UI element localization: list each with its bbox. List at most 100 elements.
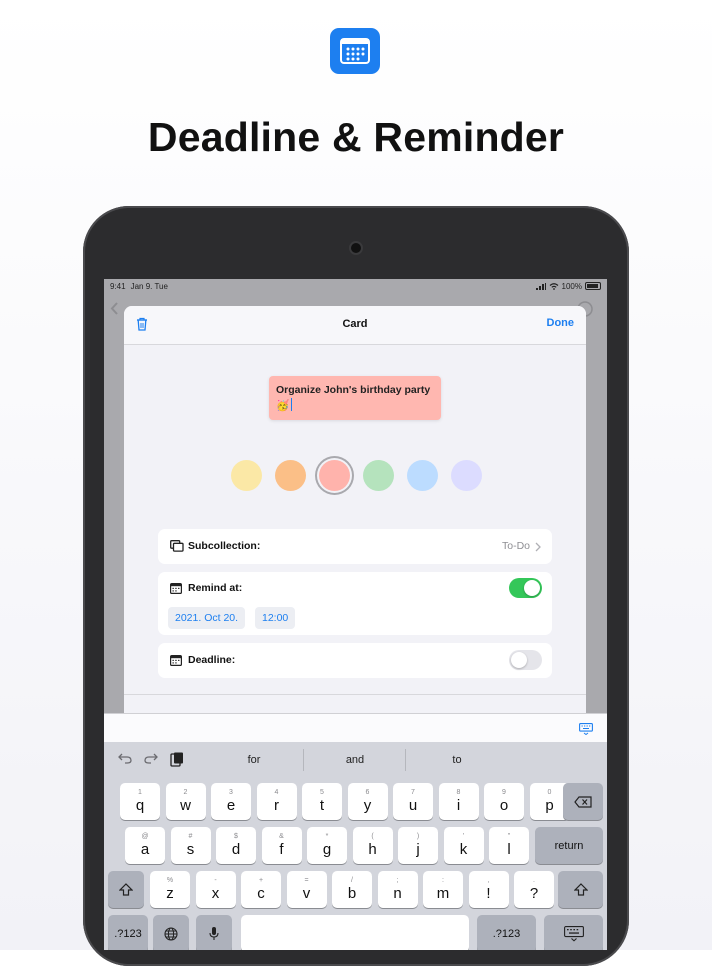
- deadline-label: Deadline:: [188, 654, 236, 666]
- remind-calendar-icon: [170, 583, 182, 594]
- key-label: j: [416, 841, 420, 858]
- key-secondary-label: 5: [320, 789, 324, 796]
- hide-keyboard-key[interactable]: [544, 915, 603, 950]
- key-label: s: [186, 841, 195, 858]
- calendar-icon: [340, 38, 370, 64]
- key-label: !: [486, 885, 491, 902]
- key-f[interactable]: & f: [261, 827, 302, 864]
- key-secondary-label: &: [279, 833, 284, 840]
- status-date: Jan 9. Tue: [130, 281, 168, 291]
- text-cursor: [291, 398, 293, 411]
- suggestion-3[interactable]: to: [427, 754, 487, 766]
- key-k[interactable]: ' k: [443, 827, 484, 864]
- promo-title: Deadline & Reminder: [147, 114, 565, 160]
- key-a[interactable]: @ a: [125, 827, 165, 864]
- key-y[interactable]: 6y: [347, 783, 388, 820]
- key-q[interactable]: 1q: [120, 783, 160, 820]
- color-swatch-green[interactable]: [363, 460, 394, 491]
- numbers-key-right[interactable]: .?123: [477, 915, 536, 950]
- key-g[interactable]: * g: [307, 827, 347, 864]
- key-c[interactable]: + c: [241, 871, 281, 908]
- key-secondary-label: @: [141, 833, 149, 840]
- key-z[interactable]: % z: [150, 871, 190, 908]
- key-d[interactable]: $ d: [216, 827, 256, 864]
- key-label: k: [459, 841, 468, 858]
- key-exclamation[interactable]: ,!: [468, 871, 509, 908]
- return-key[interactable]: return: [535, 827, 603, 864]
- suggestion-2[interactable]: and: [325, 754, 385, 766]
- key-n[interactable]: ; n: [377, 871, 418, 908]
- redo-icon[interactable]: [144, 752, 158, 764]
- remind-time-button[interactable]: 12:00: [255, 607, 296, 629]
- globe-icon: [164, 926, 178, 941]
- key-label: u: [408, 797, 418, 814]
- numbers-key-left[interactable]: .?123: [108, 915, 148, 950]
- deadline-toggle[interactable]: [509, 650, 542, 670]
- suggestion-separator: [405, 749, 406, 771]
- remind-toggle[interactable]: [509, 578, 542, 598]
- key-label: n: [393, 885, 402, 902]
- note-text-field[interactable]: Organize John's birthday party 🥳: [269, 376, 441, 420]
- space-key[interactable]: [241, 915, 469, 950]
- done-button[interactable]: Done: [547, 317, 575, 329]
- backspace-key[interactable]: [563, 783, 603, 820]
- key-u[interactable]: 7u: [393, 783, 433, 820]
- remind-toggle-knob: [524, 580, 540, 596]
- key-label: c: [257, 885, 265, 902]
- shift-key-right[interactable]: [558, 871, 603, 908]
- subcollection-value: To-Do: [501, 540, 530, 552]
- wifi-icon: [549, 282, 558, 290]
- key-label: q: [135, 797, 145, 814]
- key-o[interactable]: 9o: [484, 783, 524, 820]
- battery-icon: [585, 282, 601, 290]
- undo-icon[interactable]: [118, 752, 132, 764]
- key-label: v: [302, 885, 311, 902]
- key-w[interactable]: 2w: [165, 783, 206, 820]
- key-j[interactable]: ) j: [398, 827, 438, 864]
- key-l[interactable]: " l: [489, 827, 529, 864]
- key-secondary-label: 3: [229, 789, 233, 796]
- key-label: i: [456, 797, 461, 814]
- keyboard-hide-icon: [563, 925, 584, 942]
- key-label: ?: [529, 885, 539, 902]
- key-label: e: [226, 797, 236, 814]
- key-label: o: [499, 797, 509, 814]
- key-label: x: [211, 885, 220, 902]
- subcollection-icon: [170, 540, 184, 552]
- subcollection-row[interactable]: Subcollection: To-Do: [158, 529, 552, 564]
- key-i[interactable]: 8i: [438, 783, 479, 820]
- key-secondary-label: 2: [183, 789, 188, 796]
- color-swatch-pink[interactable]: [319, 460, 350, 491]
- key-secondary-label: $: [234, 833, 238, 840]
- color-swatch-lavender[interactable]: [451, 460, 482, 491]
- key-s[interactable]: # s: [170, 827, 211, 864]
- suggestion-bar: for and to: [104, 742, 607, 776]
- key-b[interactable]: / b: [332, 871, 372, 908]
- paste-icon[interactable]: [170, 752, 184, 767]
- color-swatch-orange[interactable]: [275, 460, 306, 491]
- key-m[interactable]: :m: [423, 871, 463, 908]
- color-swatch-blue[interactable]: [407, 460, 438, 491]
- card-sheet: Card Done Organize John's birthday party…: [124, 306, 586, 766]
- keyboard-dismiss-icon[interactable]: [579, 723, 593, 735]
- key-e[interactable]: 3e: [211, 783, 251, 820]
- key-secondary-label: ': [462, 833, 465, 840]
- dictation-key[interactable]: [196, 915, 232, 950]
- globe-key[interactable]: [153, 915, 189, 950]
- key-t[interactable]: 5t: [302, 783, 342, 820]
- key-question[interactable]: .?: [514, 871, 554, 908]
- key-x[interactable]: -x: [195, 871, 236, 908]
- key-secondary-label: ): [416, 833, 420, 840]
- key-h[interactable]: (h: [352, 827, 393, 864]
- key-label: m: [436, 885, 450, 902]
- color-swatch-yellow[interactable]: [231, 460, 262, 491]
- remind-date-button[interactable]: 2021. Oct 20.: [168, 607, 246, 629]
- suggestion-1[interactable]: for: [224, 754, 284, 766]
- key-v[interactable]: = v: [286, 871, 327, 908]
- key-label: g: [322, 841, 332, 858]
- shift-key-left[interactable]: [108, 871, 144, 908]
- key-r[interactable]: 4r: [256, 783, 297, 820]
- color-picker: [231, 460, 482, 491]
- key-label: w: [180, 797, 191, 814]
- key-label: .?123: [114, 927, 142, 940]
